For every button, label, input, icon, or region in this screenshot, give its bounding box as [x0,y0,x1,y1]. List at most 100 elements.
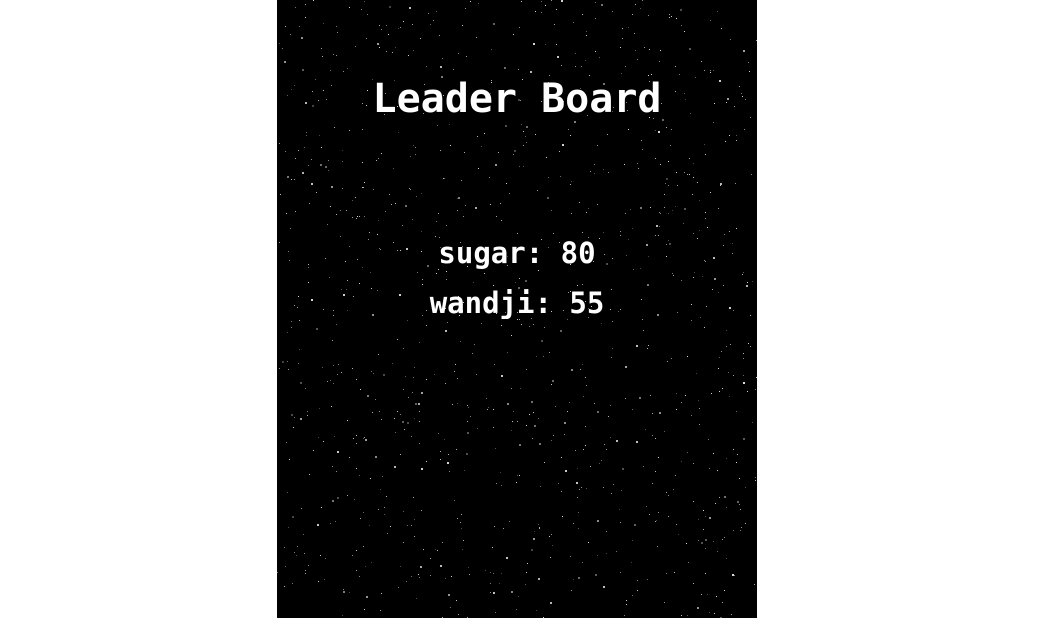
star [616,551,617,552]
star [324,579,325,580]
star [495,164,497,166]
star [327,224,328,225]
star [363,438,364,439]
star [440,459,441,460]
star [576,482,578,484]
star [525,136,526,137]
star [341,372,342,373]
star [361,9,362,10]
star [509,193,510,194]
star [718,368,719,369]
star [448,454,449,455]
star [501,573,502,574]
star [709,612,710,613]
star [671,129,672,130]
star [681,461,682,462]
star [453,69,454,70]
star [668,161,669,162]
star [317,524,319,526]
star [296,555,297,556]
star [395,203,396,204]
star [280,194,281,195]
star [464,152,465,153]
star [349,7,350,8]
star [495,612,496,613]
star [403,348,404,349]
star [612,348,613,349]
star [423,549,424,550]
star [632,595,633,596]
star [541,1,542,2]
star [724,590,725,591]
star [516,482,517,483]
star [536,610,537,611]
star [313,450,314,451]
star [646,506,647,507]
star [673,489,674,490]
star [560,330,562,332]
star [726,346,727,347]
star [586,385,587,386]
star [311,159,312,160]
star [752,422,753,423]
star [751,174,752,175]
star [511,591,513,593]
star [736,411,737,412]
star [575,53,576,54]
star [363,546,364,547]
star [642,149,643,150]
star [513,34,514,35]
star [594,164,595,165]
star [327,381,328,382]
star [699,424,700,425]
star [556,44,557,45]
star [561,457,562,458]
star [705,573,706,574]
star [551,534,552,535]
star [637,59,638,60]
star [680,9,682,11]
star [386,496,387,497]
star [693,501,694,502]
star [309,203,310,204]
star [286,442,287,443]
star [634,33,635,34]
star [476,37,477,38]
star [582,562,583,563]
star [603,586,605,588]
star [367,395,369,397]
star [548,177,549,178]
star [456,449,457,450]
star [719,391,720,392]
star [457,210,458,211]
star [573,22,574,23]
star [378,354,379,355]
star [397,411,398,412]
star [337,451,339,453]
star [395,47,396,48]
star [386,25,387,26]
star [381,29,382,30]
star [359,216,360,217]
star [331,186,333,188]
star [293,427,294,428]
star [298,363,299,364]
star [286,213,287,214]
star [466,56,467,57]
star [728,372,729,373]
star [412,219,413,220]
star [698,400,699,401]
star [687,356,688,357]
star [604,444,605,445]
star [436,11,437,12]
star [740,509,741,510]
star [445,330,447,332]
star [632,14,633,15]
star [660,213,661,214]
star [282,361,284,363]
star [620,47,621,48]
star [414,519,415,520]
star [632,409,633,410]
star [586,31,587,32]
star [537,190,538,191]
